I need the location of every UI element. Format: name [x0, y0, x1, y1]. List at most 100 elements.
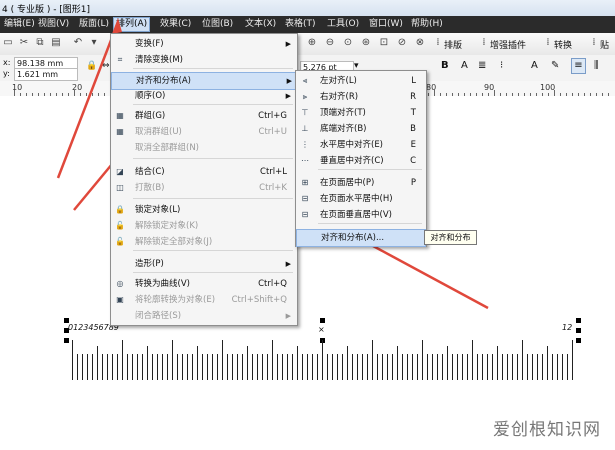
- align-menu-item[interactable]: ⫷ 左对齐(L) L: [296, 73, 424, 89]
- menu-separator: [318, 223, 422, 224]
- align-menu-item-icon: ⋯: [301, 156, 309, 165]
- align-menu-item-shortcut: L: [411, 76, 416, 86]
- align-menu-item[interactable]: ⊥ 底端对齐(B) B: [296, 121, 424, 137]
- align-menu-item[interactable]: ⋮ 水平居中对齐(E) E: [296, 137, 424, 153]
- arrange-menu-item: 🔓 解除锁定全部对象(J): [111, 234, 295, 250]
- arrange-menu-item: 取消全部群组(N): [111, 140, 295, 156]
- arrange-menu-item[interactable]: 🔒 锁定对象(L): [111, 202, 295, 218]
- menu-item-icon: [115, 39, 125, 49]
- arrange-menu-item: 闭合路径(S) ▶: [111, 308, 295, 324]
- arrange-menu-item[interactable]: ◎ 转换为曲线(V) Ctrl+Q: [111, 276, 295, 292]
- align-menu-item-label: 在页面居中(P): [320, 178, 375, 188]
- align-menu-item[interactable]: ⊤ 顶端对齐(T) T: [296, 105, 424, 121]
- menu-separator: [133, 198, 293, 199]
- align-menu-item-label: 在页面水平居中(H): [320, 194, 393, 204]
- menu-item-label: 闭合路径(S): [135, 311, 182, 321]
- align-menu-item-shortcut: B: [410, 124, 416, 134]
- align-menu-item-label: 对齐和分布(A)...: [321, 233, 385, 243]
- arrange-menu-item[interactable]: ▦ 群组(G) Ctrl+G: [111, 108, 295, 124]
- menu-separator: [318, 169, 422, 170]
- menu-separator: [133, 250, 293, 251]
- menu-item-icon: [116, 76, 126, 86]
- menu-item-label: 将轮廓转换为对象(E): [135, 295, 216, 305]
- menu-item-label: 对齐和分布(A): [136, 76, 191, 86]
- align-menu-item-shortcut: T: [410, 108, 416, 118]
- menu-item-label: 取消全部群组(N): [135, 143, 199, 153]
- menu-item-icon: ▣: [116, 295, 124, 304]
- annotation-arrow-line: [56, 21, 120, 179]
- menu-item-label: 造形(P): [135, 259, 164, 269]
- menu-item-label: 解除锁定对象(K): [135, 221, 199, 231]
- menu-item-icon: 🔒: [115, 205, 125, 214]
- arrange-menu-item[interactable]: 造形(P) ▶: [111, 256, 295, 272]
- align-menu-item-icon: ⊞: [301, 178, 309, 187]
- align-menu-item-label: 右对齐(R): [320, 92, 359, 102]
- menu-separator: [133, 104, 293, 105]
- align-menu-item[interactable]: ⋯ 垂直居中对齐(C) C: [296, 153, 424, 169]
- menu-separator: [133, 158, 293, 159]
- arrange-menu-item[interactable]: 顺序(O) ▶: [111, 88, 295, 104]
- align-menu-item[interactable]: ⊟ 在页面水平居中(H): [296, 191, 424, 207]
- menu-item-label: 群组(G): [135, 111, 166, 121]
- menu-item-icon: ▦: [116, 111, 124, 120]
- align-menu-item-shortcut: R: [410, 92, 416, 102]
- menu-item-label: 清除变换(M): [135, 55, 183, 65]
- menu-item-shortcut: Ctrl+Shift+Q: [231, 295, 287, 305]
- arrange-menu-item[interactable]: 变换(F) ▶: [111, 36, 295, 52]
- align-menu-item[interactable]: 对齐和分布(A)...: [296, 229, 426, 247]
- menu-item-icon: ◫: [116, 183, 124, 192]
- align-menu-item-icon: ⫷: [302, 76, 308, 85]
- menu-item-icon: 🔓: [115, 237, 125, 246]
- watermark: 爱创根知识网: [493, 420, 601, 440]
- align-menu-item-icon: [301, 233, 311, 243]
- menu-separator: [133, 68, 293, 69]
- menu-item-label: 转换为曲线(V): [135, 279, 190, 289]
- menu-item-icon: 🔓: [115, 221, 125, 230]
- align-menu-item-icon: ⊟: [301, 210, 309, 219]
- align-menu-item-icon: ⫸: [302, 92, 308, 101]
- arrange-menu-item: ◫ 打散(B) Ctrl+K: [111, 180, 295, 196]
- arrange-menu-item: ▦ 取消群组(U) Ctrl+U: [111, 124, 295, 140]
- menu-item-icon: ▦: [116, 127, 124, 136]
- align-menu-item[interactable]: ⊞ 在页面居中(P) P: [296, 175, 424, 191]
- menu-item-label: 取消群组(U): [135, 127, 182, 137]
- menu-item-icon: [115, 143, 125, 153]
- menu-item-icon: [115, 311, 125, 321]
- menu-item-icon: ◪: [116, 167, 124, 176]
- align-menu-item-shortcut: E: [410, 140, 416, 150]
- align-menu-item-label: 顶端对齐(T): [320, 108, 366, 118]
- align-menu-item-shortcut: C: [410, 156, 416, 166]
- align-distribute-submenu: ⫷ 左对齐(L) L ⫸ 右对齐(R) R ⊤ 顶端对齐(T) T ⊥ 底端对齐(B) B ⋮ 水平居中对…: [295, 70, 427, 247]
- align-menu-item-icon: ⋮: [301, 140, 309, 149]
- annotation-arrow-line: [361, 238, 489, 310]
- align-menu-item-icon: ⊥: [301, 124, 309, 133]
- submenu-arrow-icon: ▶: [286, 77, 292, 85]
- align-menu-item-label: 底端对齐(B): [320, 124, 367, 134]
- align-menu-item-shortcut: P: [410, 178, 416, 188]
- menu-item-shortcut: Ctrl+U: [258, 127, 287, 137]
- menu-item-label: 锁定对象(L): [135, 205, 181, 215]
- align-menu-item[interactable]: ⫸ 右对齐(R) R: [296, 89, 424, 105]
- submenu-arrow-icon: ▶: [285, 40, 291, 48]
- arrange-menu-item[interactable]: ◪ 结合(C) Ctrl+L: [111, 164, 295, 180]
- align-menu-item-icon: ⊟: [301, 194, 309, 203]
- align-menu-item[interactable]: ⊟ 在页面垂直居中(V): [296, 207, 424, 223]
- menu-item-label: 顺序(O): [135, 91, 166, 101]
- arrange-menu-item: 🔓 解除锁定对象(K): [111, 218, 295, 234]
- menu-item-icon: ◎: [116, 279, 124, 288]
- align-menu-item-label: 左对齐(L): [320, 76, 357, 86]
- submenu-arrow-icon: ▶: [285, 92, 291, 100]
- menu-item-icon: ⌗: [117, 55, 123, 64]
- align-menu-item-icon: ⊤: [301, 108, 309, 117]
- menu-item-shortcut: Ctrl+L: [260, 167, 287, 177]
- menu-item-label: 变换(F): [135, 39, 164, 49]
- tooltip: 对齐和分布: [424, 230, 477, 245]
- menu-separator: [133, 272, 293, 273]
- menu-item-shortcut: Ctrl+K: [259, 183, 287, 193]
- menu-item-label: 打散(B): [135, 183, 165, 193]
- submenu-arrow-icon: ▶: [285, 312, 291, 320]
- arrange-menu-item[interactable]: ⌗ 清除变换(M): [111, 52, 295, 68]
- menu-item-label: 结合(C): [135, 167, 165, 177]
- arrange-menu: 变换(F) ▶ ⌗ 清除变换(M) 对齐和分布(A) ▶ 顺序(O) ▶ ▦ 群组(G) Ctrl+…: [110, 33, 298, 326]
- align-menu-item-label: 垂直居中对齐(C): [320, 156, 384, 166]
